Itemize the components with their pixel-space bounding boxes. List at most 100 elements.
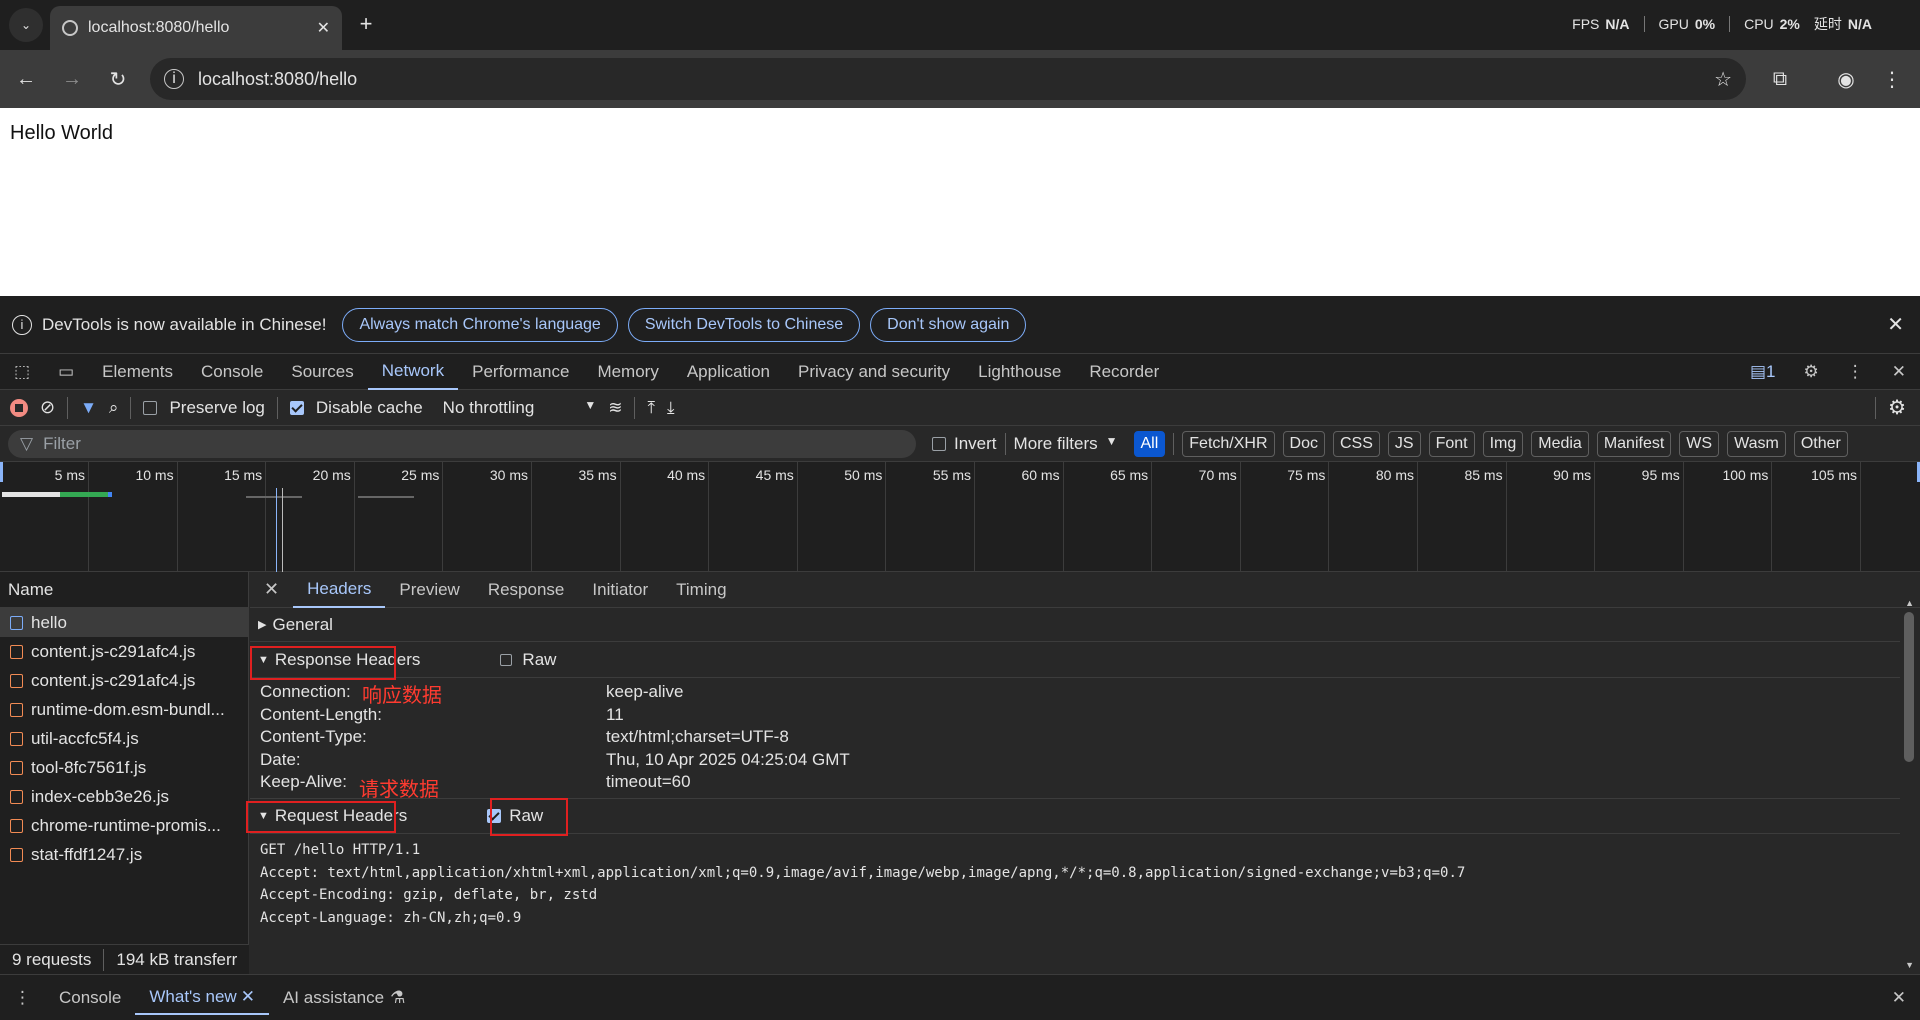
network-conditions-icon[interactable]: ≋ xyxy=(608,398,622,418)
type-filter-media[interactable]: Media xyxy=(1531,430,1589,457)
timeline-tick: 90 ms xyxy=(1553,462,1596,572)
request-row[interactable]: content.js-c291afc4.js xyxy=(0,637,248,666)
network-overview-timeline[interactable]: 5 ms 10 ms 15 ms 20 ms 25 ms 30 ms 35 ms 40 ms 4… xyxy=(0,462,1920,572)
dom-content-loaded-line xyxy=(276,488,277,572)
match-language-button[interactable]: Always match Chrome's language xyxy=(342,307,618,342)
preserve-log-checkbox[interactable] xyxy=(143,400,158,415)
close-drawer-icon[interactable]: ✕ xyxy=(1878,981,1920,1015)
filter-input[interactable]: ▽ Filter xyxy=(8,429,916,458)
type-filter-doc[interactable]: Doc xyxy=(1282,430,1325,457)
tab-lighthouse[interactable]: Lighthouse xyxy=(964,354,1075,390)
tab-memory[interactable]: Memory xyxy=(583,354,672,390)
export-har-icon[interactable]: ⤓ xyxy=(667,398,675,418)
tab-recorder[interactable]: Recorder xyxy=(1075,354,1173,390)
close-detail-icon[interactable]: ✕ xyxy=(250,572,293,608)
request-row[interactable]: hello xyxy=(0,608,248,637)
detail-scrollbar[interactable] xyxy=(1904,612,1914,762)
drawer-tab-ai-assistance[interactable]: AI assistance ⚗ xyxy=(269,981,419,1015)
drawer-menu-icon[interactable]: ⋮ xyxy=(0,981,45,1015)
info-icon[interactable]: i xyxy=(164,69,184,89)
disable-cache-checkbox[interactable] xyxy=(289,400,304,415)
tab-privacy-security[interactable]: Privacy and security xyxy=(784,354,964,390)
clear-icon[interactable]: ⊘ xyxy=(40,397,55,418)
drawer-tab-console[interactable]: Console xyxy=(45,981,135,1015)
type-filter-js[interactable]: JS xyxy=(1387,430,1421,457)
type-filter-wasm[interactable]: Wasm xyxy=(1727,430,1786,457)
request-row[interactable]: util-accfc5f4.js xyxy=(0,724,248,753)
switch-chinese-button[interactable]: Switch DevTools to Chinese xyxy=(627,307,861,342)
extensions-icon[interactable]: ⧉ xyxy=(1766,65,1794,93)
timeline-tick: 60 ms xyxy=(1021,462,1064,572)
tab-search-chevron-icon[interactable]: ⌄ xyxy=(9,8,43,42)
tab-performance[interactable]: Performance xyxy=(458,354,583,390)
tab-headers[interactable]: Headers xyxy=(293,572,386,608)
tab-application[interactable]: Application xyxy=(673,354,784,390)
type-filter-img[interactable]: Img xyxy=(1482,430,1524,457)
invert-checkbox[interactable] xyxy=(932,436,946,451)
name-column-header[interactable]: Name xyxy=(0,572,248,608)
network-settings-gear-icon[interactable]: ⚙ xyxy=(1888,395,1906,420)
request-row[interactable]: content.js-c291afc4.js xyxy=(0,666,248,695)
request-row[interactable]: stat-ffdf1247.js xyxy=(0,840,248,869)
dont-show-again-button[interactable]: Don't show again xyxy=(870,307,1027,342)
browser-tab[interactable]: localhost:8080/hello ✕ xyxy=(50,6,342,50)
script-icon xyxy=(10,644,23,659)
address-bar[interactable]: i localhost:8080/hello ☆ xyxy=(150,58,1746,100)
expand-triangle-icon: ▶ xyxy=(258,619,267,631)
tab-preview[interactable]: Preview xyxy=(385,572,473,608)
tab-response[interactable]: Response xyxy=(474,572,579,608)
type-filter-ws[interactable]: WS xyxy=(1679,430,1720,457)
tab-console[interactable]: Console xyxy=(187,354,277,390)
type-filter-font[interactable]: Font xyxy=(1428,430,1475,457)
type-filter-all[interactable]: All xyxy=(1133,430,1166,457)
menu-kebab-icon[interactable]: ⋮ xyxy=(1878,65,1906,93)
inspect-element-icon[interactable]: ⬚ xyxy=(0,354,44,390)
more-filters-dropdown[interactable]: More filters ▼ xyxy=(1014,434,1118,454)
close-tab-icon[interactable]: ✕ xyxy=(241,987,255,1007)
overview-handle-left[interactable] xyxy=(0,462,3,482)
tab-sources[interactable]: Sources xyxy=(277,354,367,390)
url-text[interactable]: localhost:8080/hello xyxy=(198,69,1700,90)
filter-funnel-icon[interactable]: ▼ xyxy=(80,398,97,418)
type-filter-manifest[interactable]: Manifest xyxy=(1596,430,1672,457)
timeline-tick: 55 ms xyxy=(933,462,975,572)
request-row[interactable]: chrome-runtime-promis... xyxy=(0,811,248,840)
tab-elements[interactable]: Elements xyxy=(88,354,187,390)
throttling-select[interactable]: No throttling ▼ xyxy=(443,398,597,418)
response-headers-section-header[interactable]: ▼ Response Headers Raw xyxy=(250,642,1900,678)
timeline-tick: 5 ms xyxy=(55,462,89,572)
new-tab-button[interactable]: + xyxy=(352,10,380,38)
type-filter-css[interactable]: CSS xyxy=(1332,430,1380,457)
tab-network[interactable]: Network xyxy=(367,354,459,390)
close-devtools-icon[interactable]: ✕ xyxy=(1878,354,1920,390)
request-row[interactable]: runtime-dom.esm-bundl... xyxy=(0,695,248,724)
raw-request-line: Accept-Encoding: gzip, deflate, br, zstd xyxy=(260,887,598,903)
record-stop-icon[interactable] xyxy=(10,398,28,417)
drawer-tab-whats-new[interactable]: What's new ✕ xyxy=(135,981,269,1015)
reload-icon[interactable]: ↻ xyxy=(104,65,132,93)
request-name: chrome-runtime-promis... xyxy=(31,815,221,835)
bookmark-star-icon[interactable]: ☆ xyxy=(1714,67,1732,92)
forward-arrow-icon[interactable]: → xyxy=(58,65,86,93)
request-row[interactable]: tool-8fc7561f.js xyxy=(0,753,248,782)
response-raw-checkbox[interactable] xyxy=(500,653,513,666)
scroll-down-icon[interactable]: ▼ xyxy=(1905,960,1914,970)
profile-icon[interactable]: ◉ xyxy=(1832,65,1860,93)
back-arrow-icon[interactable]: ← xyxy=(12,65,40,93)
settings-gear-icon[interactable]: ⚙ xyxy=(1790,354,1833,390)
type-filter-fetch-xhr[interactable]: Fetch/XHR xyxy=(1182,430,1275,457)
more-options-icon[interactable]: ⋮ xyxy=(1833,354,1878,390)
request-row[interactable]: index-cebb3e26.js xyxy=(0,782,248,811)
close-tab-icon[interactable]: ✕ xyxy=(317,18,330,38)
search-icon[interactable]: ⌕ xyxy=(109,398,119,418)
script-icon xyxy=(10,847,23,862)
tab-initiator[interactable]: Initiator xyxy=(578,572,662,608)
device-toolbar-icon[interactable]: ▭ xyxy=(44,354,88,390)
tab-timing[interactable]: Timing xyxy=(662,572,740,608)
issues-counter[interactable]: ▤ 1 xyxy=(1736,354,1790,390)
close-infobar-icon[interactable]: ✕ xyxy=(1887,312,1904,337)
import-har-icon[interactable]: ⤒ xyxy=(647,398,655,418)
general-section-header[interactable]: ▶ General xyxy=(250,608,1900,642)
type-filter-other[interactable]: Other xyxy=(1793,430,1848,457)
scroll-up-icon[interactable]: ▲ xyxy=(1905,598,1914,608)
